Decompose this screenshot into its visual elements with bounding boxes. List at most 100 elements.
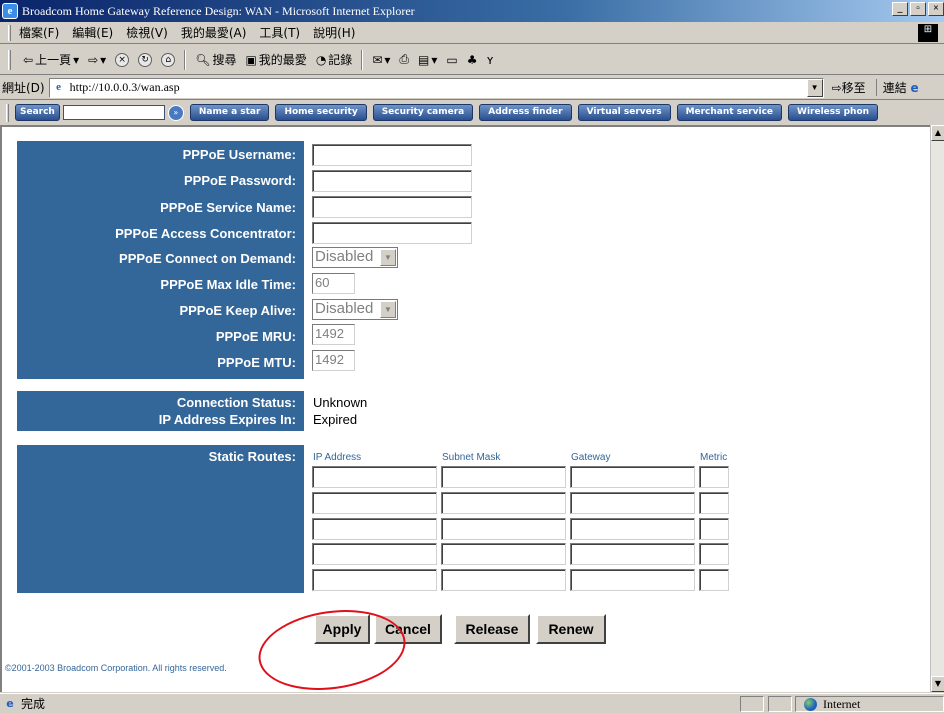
link-security-camera[interactable]: Security camera — [372, 104, 474, 121]
scroll-down-icon[interactable]: ▼ — [931, 676, 944, 692]
route-gateway-input[interactable] — [570, 569, 695, 591]
ip-expires-label: IP Address Expires In: — [158, 412, 296, 427]
mail-button[interactable]: ✉ ▾ — [369, 53, 393, 67]
toolbar-search-input[interactable] — [62, 105, 165, 120]
status-pane — [768, 696, 792, 712]
pppoe-access-concentrator-input[interactable] — [312, 222, 472, 244]
link-merchant-service[interactable]: Merchant service — [676, 104, 783, 121]
static-routes-label: Static Routes: — [208, 449, 296, 464]
radio-icon: ʏ — [486, 52, 494, 67]
pppoe-password-input[interactable] — [312, 170, 472, 192]
route-mask-input[interactable] — [441, 543, 566, 565]
route-ip-input[interactable] — [312, 466, 437, 488]
menu-edit[interactable]: 編輯(E) — [72, 24, 113, 41]
scroll-up-icon[interactable]: ▲ — [931, 125, 944, 141]
release-button[interactable]: Release — [454, 614, 530, 644]
address-dropdown[interactable]: ▼ — [806, 78, 823, 97]
home-button[interactable]: ⌂ — [158, 52, 178, 67]
route-ip-input[interactable] — [312, 543, 437, 565]
route-mask-input[interactable] — [441, 492, 566, 514]
renew-button[interactable]: Renew — [536, 614, 606, 644]
stop-button[interactable]: × — [112, 52, 132, 67]
edit-button[interactable]: ▤ ▾ — [415, 53, 440, 67]
back-button[interactable]: ⇦ 上一頁 ▾ — [20, 51, 82, 68]
route-mask-input[interactable] — [441, 518, 566, 540]
globe-icon — [804, 697, 817, 711]
pppoe-max-idle-time-input[interactable]: 60 — [312, 273, 355, 294]
search-go-icon[interactable]: » — [167, 104, 184, 121]
link-virtual-servers[interactable]: Virtual servers — [577, 104, 671, 121]
route-metric-input[interactable] — [699, 569, 729, 591]
search-icon: 🔍︎ — [195, 52, 211, 67]
status-pane — [740, 696, 764, 712]
pppoe-service-name-input[interactable] — [312, 196, 472, 218]
route-metric-input[interactable] — [699, 492, 729, 514]
route-gateway-input[interactable] — [570, 492, 695, 514]
menu-view[interactable]: 檢視(V) — [126, 24, 168, 41]
dropdown-arrow-icon: ▾ — [431, 52, 438, 67]
pppoe-max-idle-time-label: PPPoE Max Idle Time: — [160, 277, 296, 292]
status-bar: e 完成 Internet — [0, 693, 944, 713]
history-button[interactable]: ◔ 記錄 — [313, 51, 356, 68]
discuss-icon: ▭ — [446, 52, 458, 67]
edit-icon: ▤ — [418, 52, 430, 67]
search-button[interactable]: 🔍︎ 搜尋 — [192, 51, 239, 68]
vertical-scrollbar[interactable]: ▲ ▼ — [930, 125, 944, 692]
links-grip — [6, 103, 9, 122]
pppoe-keep-alive-select[interactable]: Disabled ▼ — [312, 299, 398, 320]
route-gateway-input[interactable] — [570, 466, 695, 488]
favorites-button[interactable]: ▣ 我的最愛 — [242, 51, 309, 68]
messenger-button[interactable]: ♣ — [464, 53, 481, 67]
static-routes-panel — [17, 445, 304, 593]
link-name-a-star[interactable]: Name a star — [189, 104, 270, 121]
route-ip-input[interactable] — [312, 569, 437, 591]
link-wireless-phone[interactable]: Wireless phon — [788, 104, 879, 121]
link-address-finder[interactable]: Address finder — [479, 104, 572, 121]
pppoe-mru-input[interactable]: 1492 — [312, 324, 355, 345]
stop-icon: × — [115, 52, 130, 67]
pppoe-connect-on-demand-label: PPPoE Connect on Demand: — [119, 251, 296, 266]
route-gateway-input[interactable] — [570, 518, 695, 540]
title-bar: e Broadcom Home Gateway Reference Design… — [0, 0, 944, 22]
cancel-button[interactable]: Cancel — [374, 614, 442, 644]
minimize-button[interactable]: _ — [892, 2, 908, 16]
menu-help[interactable]: 說明(H) — [313, 24, 355, 41]
links-label[interactable]: 連結 e — [875, 79, 919, 96]
column-subnet-mask: Subnet Mask — [442, 452, 501, 463]
windows-logo-icon: ⊞ — [918, 24, 938, 42]
refresh-button[interactable]: ↻ — [135, 52, 155, 67]
route-metric-input[interactable] — [699, 466, 729, 488]
address-input[interactable]: e http://10.0.0.3/wan.asp ▼ — [48, 77, 824, 98]
print-button[interactable]: ⎙ — [396, 52, 412, 67]
home-icon: ⌂ — [161, 52, 176, 67]
go-arrow-icon: ⇨ — [831, 81, 842, 95]
toolbar-grip — [8, 49, 11, 70]
pppoe-username-input[interactable] — [312, 144, 472, 166]
pppoe-password-label: PPPoE Password: — [184, 173, 296, 188]
apply-button[interactable]: Apply — [314, 614, 370, 644]
route-mask-input[interactable] — [441, 466, 566, 488]
ip-expires-value: Expired — [313, 412, 358, 427]
maximize-button[interactable]: ▫ — [910, 2, 926, 16]
menu-tools[interactable]: 工具(T) — [259, 24, 300, 41]
forward-button[interactable]: ⇨ ▾ — [85, 53, 109, 67]
link-home-security[interactable]: Home security — [275, 104, 367, 121]
route-gateway-input[interactable] — [570, 543, 695, 565]
menu-favorites[interactable]: 我的最愛(A) — [181, 24, 247, 41]
menu-file[interactable]: 檔案(F) — [19, 24, 59, 41]
pppoe-connect-on-demand-select[interactable]: Disabled ▼ — [312, 247, 398, 268]
route-mask-input[interactable] — [441, 569, 566, 591]
route-metric-input[interactable] — [699, 518, 729, 540]
toolbar-separator — [361, 49, 364, 70]
discuss-button[interactable]: ▭ — [443, 53, 460, 67]
go-button[interactable]: ⇨移至 — [832, 79, 866, 96]
close-button[interactable]: × — [928, 2, 944, 16]
print-icon: ⎙ — [399, 52, 410, 66]
forward-arrow-icon: ⇨ — [88, 52, 99, 67]
pppoe-mtu-input[interactable]: 1492 — [312, 350, 355, 371]
page-content: PPPoE Username: PPPoE Password: PPPoE Se… — [0, 125, 930, 692]
route-ip-input[interactable] — [312, 518, 437, 540]
radio-button[interactable]: ʏ — [484, 53, 497, 67]
route-ip-input[interactable] — [312, 492, 437, 514]
route-metric-input[interactable] — [699, 543, 729, 565]
